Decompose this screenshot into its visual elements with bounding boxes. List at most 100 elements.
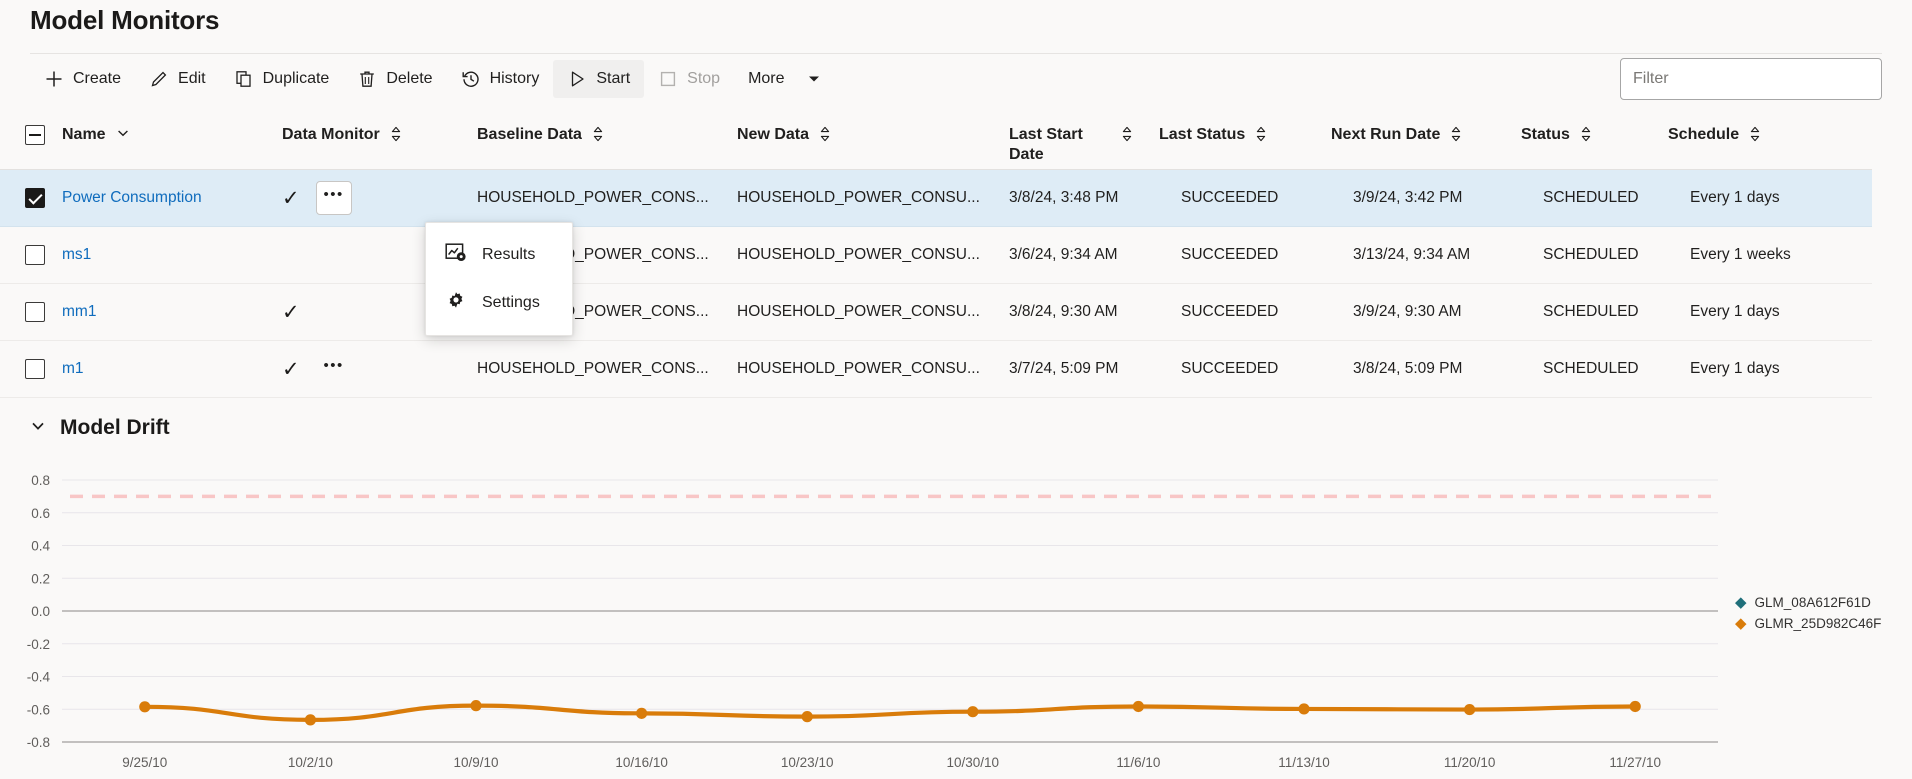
table-row[interactable]: m1 ✓ ••• HOUSEHOLD_POWER_CONS... HOUSEHO… [0,341,1872,398]
data-point [636,707,648,719]
stop-square-icon [658,69,678,89]
column-header-data-monitor-label: Data Monitor [282,126,380,143]
plus-icon [44,69,64,89]
data-point [139,701,151,713]
y-axis-tick-label: 0.6 [31,506,50,521]
edit-button-label: Edit [178,70,206,87]
sort-updown-icon [1580,126,1592,148]
column-header-name-label: Name [62,126,106,143]
edit-button[interactable]: Edit [135,60,220,98]
data-point [1132,700,1144,713]
row-select-cell [0,245,62,265]
row-actions-button[interactable]: ••• [315,181,352,215]
select-all-checkbox[interactable] [25,125,45,145]
column-header-schedule[interactable]: Schedule [1668,125,1838,148]
column-header-next-run-date-label: Next Run Date [1331,126,1441,143]
row-checkbox[interactable] [25,359,45,379]
row-last-status: SUCCEEDED [1181,246,1279,263]
row-checkbox[interactable] [25,188,45,208]
sort-updown-icon [390,126,402,148]
create-button-label: Create [73,70,122,87]
y-axis-tick-label: -0.8 [27,735,50,750]
row-status: SCHEDULED [1543,189,1639,206]
history-button-label: History [489,70,540,87]
column-header-next-run-date[interactable]: Next Run Date [1331,125,1521,148]
row-name-link[interactable]: ms1 [62,246,282,264]
data-point [1298,703,1310,715]
row-last-start-date: 3/8/24, 9:30 AM [1009,303,1118,320]
row-select-cell [0,359,62,379]
table-header-row: Name Data Monitor Baseline Data New Data [0,112,1872,170]
column-header-baseline-data[interactable]: Baseline Data [477,125,737,148]
column-header-new-data-label: New Data [737,126,810,143]
column-header-last-status[interactable]: Last Status [1159,125,1331,148]
row-status: SCHEDULED [1543,303,1639,320]
row-baseline-data: HOUSEHOLD_POWER_CONS... [477,360,709,377]
column-header-new-data[interactable]: New Data [737,125,1009,148]
column-header-baseline-data-label: Baseline Data [477,126,582,143]
table-row[interactable]: mm1 ✓ HOUSEHOLD_POWER_CONS... HOUSEHOLD_… [0,284,1872,341]
stop-button[interactable]: Stop [644,60,734,98]
row-last-start-date: 3/8/24, 3:48 PM [1009,189,1119,206]
check-icon: ✓ [282,186,300,210]
row-data-monitor-cell: ✓ ••• [282,352,477,386]
column-header-last-start-date[interactable]: Last Start Date [1009,125,1159,165]
model-drift-title: Model Drift [60,416,170,439]
x-axis-tick-label: 11/20/10 [1444,755,1496,770]
table-row[interactable]: ms1 HOUSEHOLD_POWER_CONS... HOUSEHOLD_PO… [0,227,1872,284]
create-button[interactable]: Create [30,60,135,98]
column-header-name[interactable]: Name [62,125,282,146]
row-name-link[interactable]: mm1 [62,303,282,321]
row-next-run-date: 3/9/24, 3:42 PM [1353,189,1463,206]
filter-input[interactable] [1620,58,1882,100]
row-next-run-date: 3/13/24, 9:34 AM [1353,246,1471,263]
row-checkbox[interactable] [25,245,45,265]
y-axis-tick-label: 0.0 [31,604,50,619]
row-last-start-date: 3/6/24, 9:34 AM [1009,246,1118,263]
start-button[interactable]: Start [553,60,645,98]
row-last-status: SUCCEEDED [1181,189,1279,206]
x-axis-tick-label: 11/27/10 [1609,755,1661,770]
row-checkbox[interactable] [25,302,45,322]
delete-button[interactable]: Delete [343,60,446,98]
data-point [801,711,813,723]
history-button[interactable]: History [447,60,554,98]
context-menu-item-results-label: Results [482,246,536,263]
table-row[interactable]: Power Consumption ✓ ••• HOUSEHOLD_POWER_… [0,170,1872,227]
model-drift-chart-svg: 0.8 0.6 0.4 0.2 0.0 -0.2 -0.4 -0.6 -0.8 9/25/10 10… [27,473,1718,770]
x-axis-tick-label: 10/23/10 [781,755,834,770]
row-last-start-date: 3/7/24, 5:09 PM [1009,360,1119,377]
sort-updown-icon [1749,126,1761,148]
chevron-down-icon [30,418,46,439]
legend-item-1[interactable]: ◆ GLMR_25D982C46F [1735,613,1881,634]
row-status: SCHEDULED [1543,246,1639,263]
column-header-data-monitor[interactable]: Data Monitor [282,125,477,148]
context-menu-item-results[interactable]: Results [426,231,572,279]
column-header-last-status-label: Last Status [1159,126,1246,143]
duplicate-button[interactable]: Duplicate [220,60,344,98]
chart-settings-icon [444,241,468,270]
row-next-run-date: 3/9/24, 9:30 AM [1353,303,1462,320]
column-header-last-start-date-label: Last Start Date [1009,126,1083,163]
legend-item-0[interactable]: ◆ GLM_08A612F61D [1735,592,1881,613]
row-name-link[interactable]: Power Consumption [62,189,282,207]
x-axis-tick-label: 10/16/10 [615,755,668,770]
pencil-icon [149,69,169,89]
column-header-schedule-label: Schedule [1668,126,1740,143]
context-menu-item-settings[interactable]: Settings [426,279,572,327]
row-actions-button[interactable]: ••• [316,352,352,386]
y-axis-tick-label: 0.2 [31,571,50,586]
column-header-status[interactable]: Status [1521,125,1668,148]
diamond-marker-icon: ◆ [1735,594,1747,611]
row-schedule: Every 1 days [1690,360,1780,377]
row-baseline-data: HOUSEHOLD_POWER_CONS... [477,189,709,206]
row-select-cell [0,188,62,208]
sort-updown-icon [1450,126,1462,148]
model-drift-section-toggle[interactable]: Model Drift [30,416,170,440]
select-all-cell [0,125,62,145]
row-name-link[interactable]: m1 [62,360,282,378]
more-button[interactable]: More [734,60,837,98]
play-icon [567,69,587,89]
data-point [967,706,979,718]
y-axis-tick-label: 0.8 [31,473,50,488]
